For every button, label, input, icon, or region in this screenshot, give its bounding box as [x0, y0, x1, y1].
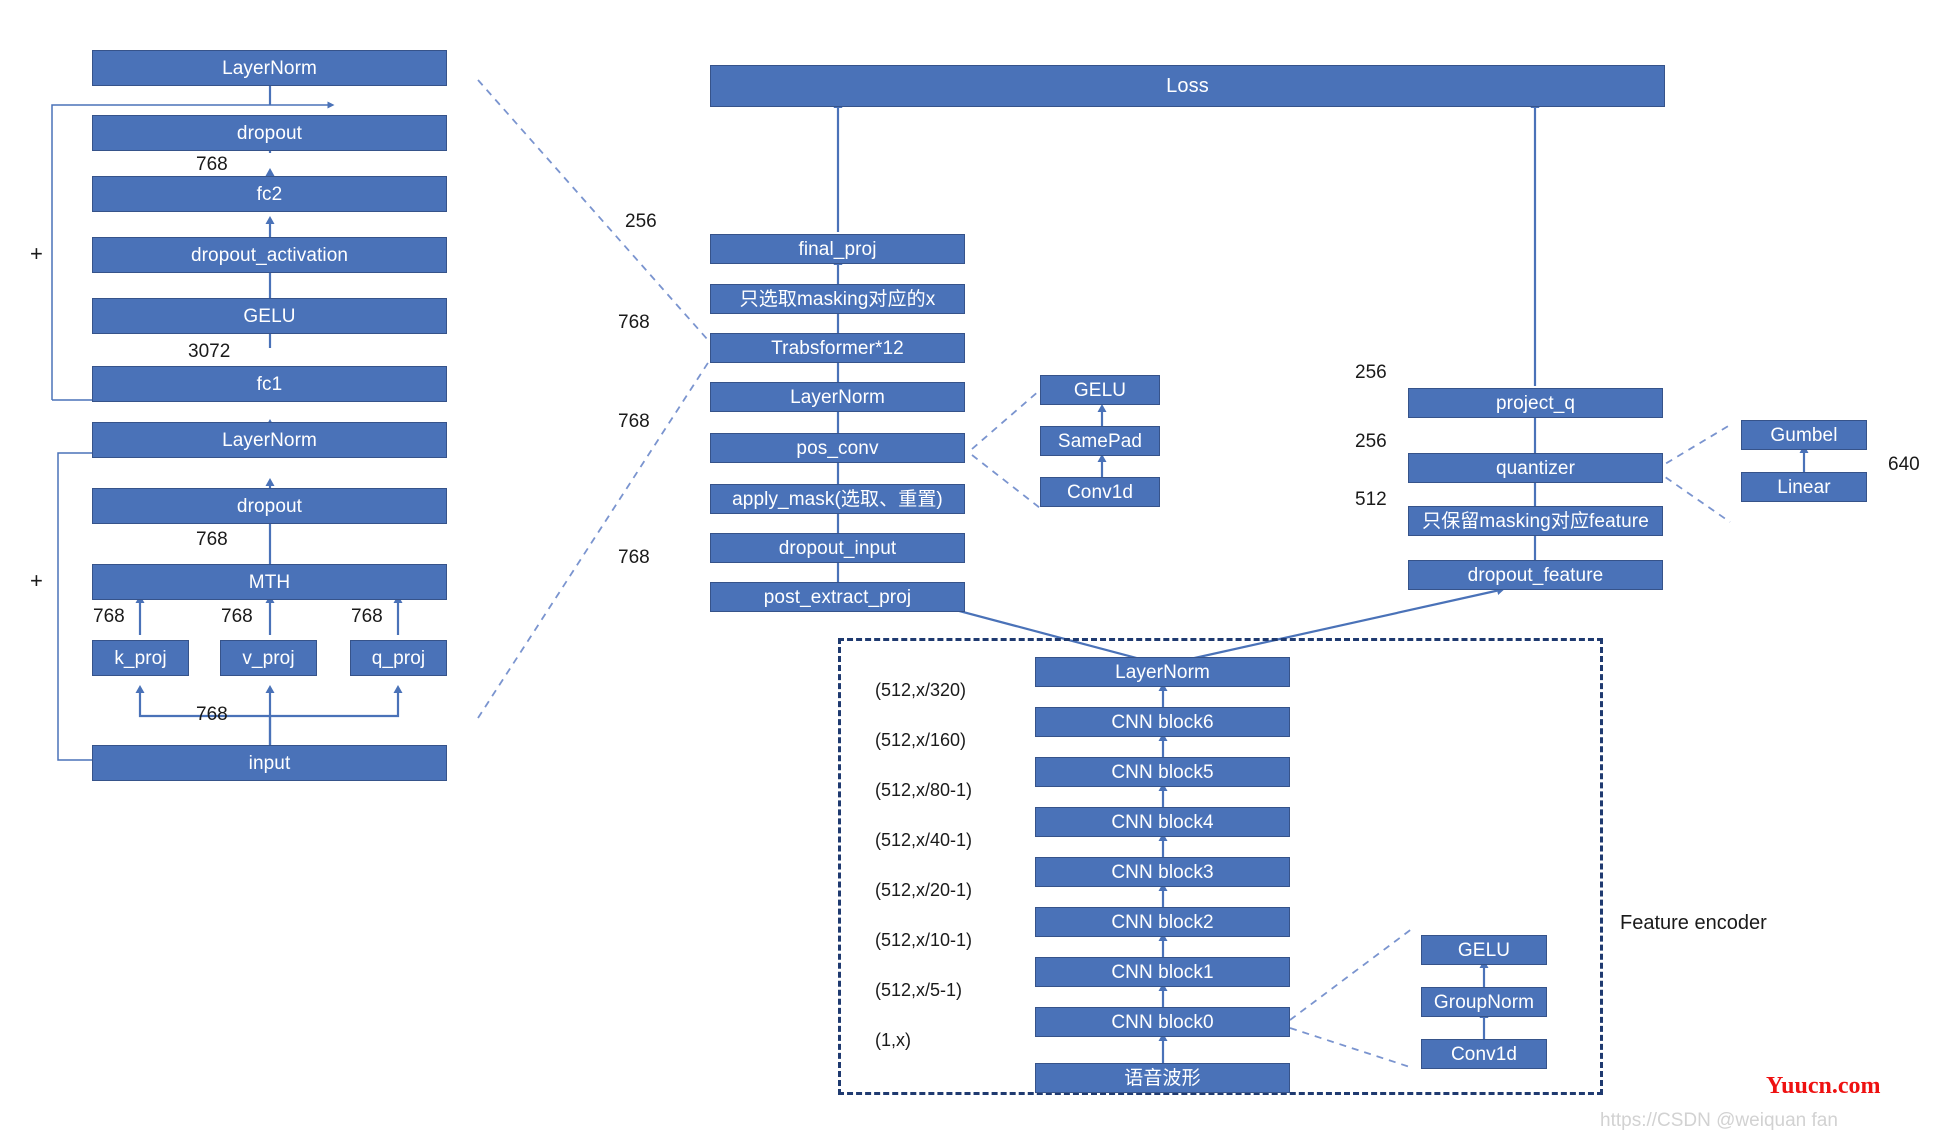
- box-dropout-input[interactable]: dropout_input: [710, 533, 965, 563]
- box-fc1[interactable]: fc1: [92, 366, 447, 402]
- box-gumbel[interactable]: Gumbel: [1741, 420, 1867, 450]
- box-layernorm-mid[interactable]: LayerNorm: [92, 422, 447, 458]
- box-final-proj[interactable]: final_proj: [710, 234, 965, 264]
- label-dim-256-final-proj: 256: [625, 211, 657, 232]
- box-layernorm-top[interactable]: LayerNorm: [92, 50, 447, 86]
- residual-plus-upper: +: [30, 241, 43, 266]
- box-fe-layernorm[interactable]: LayerNorm: [1035, 657, 1290, 687]
- box-pos-conv[interactable]: pos_conv: [710, 433, 965, 463]
- label-dim-768-q-proj: 768: [351, 606, 383, 627]
- box-cnn-gelu[interactable]: GELU: [1421, 935, 1547, 965]
- label-dim-768-v-proj: 768: [221, 606, 253, 627]
- box-loss[interactable]: Loss: [710, 65, 1665, 107]
- label-dim-3072-fc1-out: 3072: [188, 341, 231, 362]
- diagram-canvas: LayerNorm dropout fc2 dropout_activation…: [0, 0, 1943, 1131]
- label-dim-768-transformer: 768: [618, 312, 650, 333]
- shape-label-5: (512,x/10-1): [875, 930, 973, 950]
- shape-label-3: (512,x/40-1): [875, 830, 973, 850]
- shape-label-7: (1,x): [875, 1030, 911, 1050]
- box-dropout-top[interactable]: dropout: [92, 115, 447, 151]
- label-dim-768-fc2-out: 768: [196, 154, 228, 175]
- label-dim-512-keep-mask: 512: [1355, 489, 1387, 510]
- box-cnn-block2[interactable]: CNN block2: [1035, 907, 1290, 937]
- box-cnn-block6[interactable]: CNN block6: [1035, 707, 1290, 737]
- label-dim-768-pos-conv: 768: [618, 411, 650, 432]
- box-k-proj[interactable]: k_proj: [92, 640, 189, 676]
- shape-label-4: (512,x/20-1): [875, 880, 973, 900]
- label-dim-256-quantizer: 256: [1355, 431, 1387, 452]
- box-fc2[interactable]: fc2: [92, 176, 447, 212]
- label-dim-768-mth-out: 768: [196, 529, 228, 550]
- label-dim-768-k-proj: 768: [93, 606, 125, 627]
- shape-label-0: (512,x/320): [875, 680, 967, 700]
- box-input[interactable]: input: [92, 745, 447, 781]
- box-transformer-12[interactable]: Trabsformer*12: [710, 333, 965, 363]
- box-cnn-block4[interactable]: CNN block4: [1035, 807, 1290, 837]
- label-dim-768-post-extract: 768: [618, 547, 650, 568]
- box-dropout-activation[interactable]: dropout_activation: [92, 237, 447, 273]
- label-dim-768-input: 768: [196, 704, 228, 725]
- feature-encoder-title: Feature encoder: [1620, 912, 1767, 934]
- box-v-proj[interactable]: v_proj: [220, 640, 317, 676]
- box-project-q[interactable]: project_q: [1408, 388, 1663, 418]
- box-mth[interactable]: MTH: [92, 564, 447, 600]
- box-cnn-groupnorm[interactable]: GroupNorm: [1421, 987, 1547, 1017]
- shape-label-6: (512,x/5-1): [875, 980, 963, 1000]
- box-cnn-conv1d[interactable]: Conv1d: [1421, 1039, 1547, 1069]
- box-cnn-block1[interactable]: CNN block1: [1035, 957, 1290, 987]
- label-dim-640: 640: [1888, 454, 1920, 475]
- residual-plus-lower: +: [30, 568, 43, 593]
- box-pos-conv-samepad[interactable]: SamePad: [1040, 426, 1160, 456]
- box-select-masking-x[interactable]: 只选取masking对应的x: [710, 284, 965, 314]
- box-cnn-block0[interactable]: CNN block0: [1035, 1007, 1290, 1037]
- box-dropout-feature[interactable]: dropout_feature: [1408, 560, 1663, 590]
- box-post-extract-proj[interactable]: post_extract_proj: [710, 582, 965, 612]
- box-pos-conv-conv1d[interactable]: Conv1d: [1040, 477, 1160, 507]
- box-layernorm-encoder[interactable]: LayerNorm: [710, 382, 965, 412]
- box-pos-conv-gelu[interactable]: GELU: [1040, 375, 1160, 405]
- box-gelu-ffn[interactable]: GELU: [92, 298, 447, 334]
- box-apply-mask[interactable]: apply_mask(选取、重置): [710, 484, 965, 514]
- box-keep-masking-feature[interactable]: 只保留masking对应feature: [1408, 506, 1663, 536]
- box-q-proj[interactable]: q_proj: [350, 640, 447, 676]
- box-linear[interactable]: Linear: [1741, 472, 1867, 502]
- box-waveform[interactable]: 语音波形: [1035, 1063, 1290, 1093]
- box-dropout-mid[interactable]: dropout: [92, 488, 447, 524]
- shape-label-2: (512,x/80-1): [875, 780, 973, 800]
- box-quantizer[interactable]: quantizer: [1408, 453, 1663, 483]
- shape-label-1: (512,x/160): [875, 730, 967, 750]
- box-cnn-block3[interactable]: CNN block3: [1035, 857, 1290, 887]
- watermark-red: Yuucn.com: [1766, 1073, 1881, 1099]
- label-dim-256-project-q: 256: [1355, 362, 1387, 383]
- box-cnn-block5[interactable]: CNN block5: [1035, 757, 1290, 787]
